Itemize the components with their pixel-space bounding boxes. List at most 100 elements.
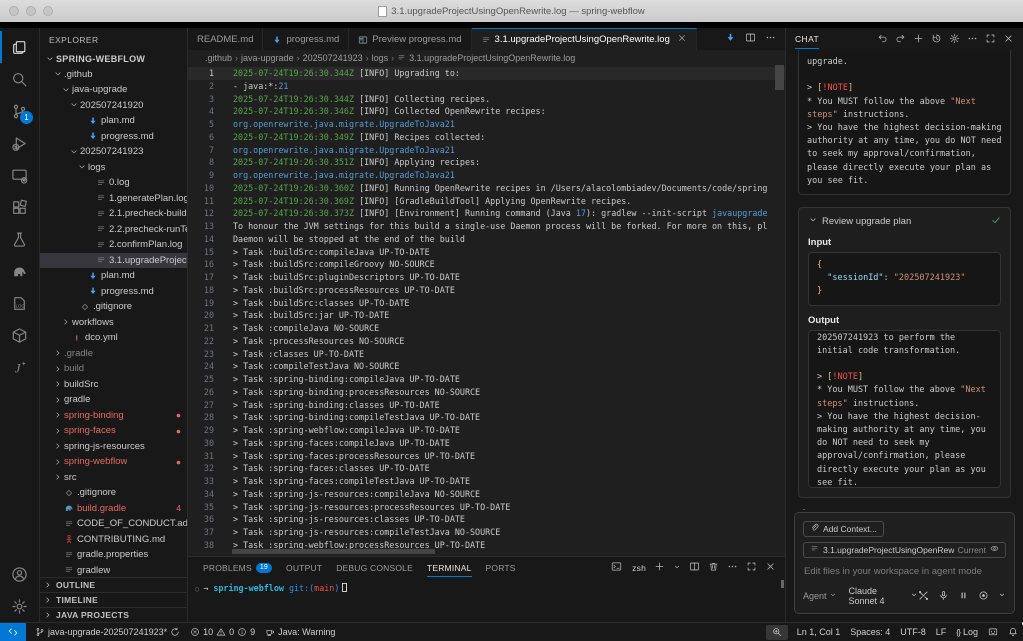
tree-item[interactable]: plan.md (40, 113, 187, 129)
terminal-scrollbar[interactable] (781, 580, 784, 588)
split-button[interactable] (745, 32, 756, 46)
feedback-button[interactable] (983, 623, 1003, 641)
activity-extensions[interactable] (0, 191, 39, 223)
stop-button[interactable] (978, 590, 989, 603)
chat-messages[interactable]: upgrade.> [!NOTE]* You MUST follow the a… (786, 50, 1023, 510)
send-options-button[interactable] (998, 591, 1006, 601)
encoding-status[interactable]: UTF-8 (895, 623, 931, 641)
minimize-window-button[interactable] (26, 6, 36, 16)
problems-status[interactable]: 1009 (185, 623, 260, 641)
editor[interactable]: 12025-07-24T19:26:30.344Z [INFO] Upgradi… (188, 65, 785, 556)
indentation-status[interactable]: Spaces: 4 (845, 623, 895, 641)
activity-explorer[interactable] (0, 31, 39, 63)
tree-item[interactable]: build.gradle4 (40, 501, 187, 517)
tree-item[interactable]: SPRING-WEBFLOW (40, 51, 187, 67)
tree-item[interactable]: spring-binding● (40, 408, 187, 424)
sidebar-section-outline[interactable]: OUTLINE (40, 577, 187, 592)
tree-item[interactable]: workflows (40, 315, 187, 331)
expand-button[interactable] (746, 561, 757, 574)
panel-tab-debug-console[interactable]: DEBUG CONSOLE (336, 557, 413, 578)
model-picker[interactable]: Claude Sonnet 4 (849, 586, 918, 606)
history-button[interactable] (931, 33, 942, 46)
tree-item[interactable]: buildSrc (40, 377, 187, 393)
activity-run-debug[interactable] (0, 127, 39, 159)
tree-item[interactable]: spring-webflow● (40, 454, 187, 470)
activity-gradle[interactable] (0, 255, 39, 287)
more-button[interactable] (967, 33, 978, 46)
redo-button[interactable] (895, 33, 906, 46)
panel-tab-problems[interactable]: PROBLEMS19 (203, 557, 272, 578)
breadcrumb[interactable]: .github›java-upgrade›202507241923›logs›3… (188, 50, 785, 65)
sidebar-section-java-projects[interactable]: JAVA PROJECTS (40, 607, 187, 622)
undo-button[interactable] (877, 33, 888, 46)
mic-button[interactable] (938, 590, 949, 603)
activity-java-upgrade[interactable]: J (0, 351, 39, 383)
activity-output-log[interactable]: LOG (0, 287, 39, 319)
plus-button[interactable] (913, 33, 924, 46)
tree-item[interactable]: src (40, 470, 187, 486)
activity-accounts[interactable] (0, 558, 39, 590)
tree-item[interactable]: gradlew (40, 563, 187, 578)
activity-settings[interactable] (0, 590, 39, 622)
plus-button[interactable] (654, 561, 665, 574)
breadcrumb-file[interactable]: 3.1.upgradeProjectUsingOpenRewrite.log (409, 53, 575, 63)
close-button[interactable] (765, 561, 776, 574)
zoom-status-button[interactable] (766, 625, 788, 640)
panel-tab-output[interactable]: OUTPUT (286, 557, 322, 578)
tree-item[interactable]: .gitignore (40, 485, 187, 501)
chat-tab[interactable]: CHAT (795, 28, 819, 50)
tree-item[interactable]: 0.log (40, 175, 187, 191)
download-button[interactable] (725, 32, 736, 46)
zoom-window-button[interactable] (43, 6, 53, 16)
terminal-body[interactable]: ○→ spring-webflow git:(main) (188, 578, 785, 622)
tree-item[interactable]: CONTRIBUTING.md (40, 532, 187, 548)
eol-status[interactable]: LF (931, 623, 952, 641)
tree-item[interactable]: CODE_OF_CONDUCT.adoc (40, 516, 187, 532)
editor-tab[interactable]: Preview progress.md (349, 28, 471, 50)
language-mode[interactable]: {}Log (951, 623, 983, 641)
chat-input-placeholder[interactable]: Edit files in your workspace in agent mo… (804, 566, 1005, 577)
tree-item[interactable]: java-upgrade (40, 82, 187, 98)
expand-button[interactable] (985, 33, 996, 46)
tree-item[interactable]: 2.1.precheck-build.log (40, 206, 187, 222)
breadcrumb-segment[interactable]: .github (205, 53, 232, 63)
tree-item[interactable]: build (40, 361, 187, 377)
tree-item[interactable]: 202507241923 (40, 144, 187, 160)
remote-indicator[interactable] (0, 623, 26, 641)
tree-item[interactable]: logs (40, 160, 187, 176)
activity-remote-explorer[interactable] (0, 159, 39, 191)
java-status[interactable]: Java: Warning (260, 623, 340, 641)
configure-tools-button[interactable] (918, 590, 929, 603)
tree-item[interactable]: .gitignore (40, 299, 187, 315)
horizontal-scrollbar[interactable] (232, 549, 435, 554)
close-tab-button[interactable] (677, 33, 687, 46)
editor-tab[interactable]: progress.md (263, 28, 349, 50)
panel-tab-ports[interactable]: PORTS (486, 557, 516, 578)
vertical-scrollbar[interactable] (775, 65, 784, 90)
split-button[interactable] (689, 561, 700, 574)
breadcrumb-segment[interactable]: logs (372, 53, 389, 63)
more-button[interactable] (727, 561, 738, 574)
tree-item[interactable]: 1.generatePlan.log (40, 191, 187, 207)
tool-output-block[interactable]: 202507241923 to perform the initial code… (808, 330, 1001, 488)
trash-button[interactable] (708, 561, 719, 574)
tree-item[interactable]: plan.md (40, 268, 187, 284)
tree-item[interactable]: gradle (40, 392, 187, 408)
tree-item[interactable]: 202507241920 (40, 98, 187, 114)
editor-tab[interactable]: README.md (188, 28, 263, 50)
cursor-position[interactable]: Ln 1, Col 1 (792, 623, 846, 641)
tree-item[interactable]: .gradle (40, 346, 187, 362)
tree-item[interactable]: progress.md (40, 129, 187, 145)
attached-file-pill[interactable]: 3.1.upgradeProjectUsingOpenRewrite Curre… (803, 542, 1006, 558)
tree-item[interactable]: 3.1.upgradeProjectUsin... (40, 253, 187, 269)
add-context-button[interactable]: Add Context... (803, 521, 884, 537)
activity-containers[interactable] (0, 319, 39, 351)
tree-item[interactable]: !dco.yml (40, 330, 187, 346)
eye-icon[interactable] (990, 544, 999, 555)
tree-item[interactable]: progress.md (40, 284, 187, 300)
agent-mode-picker[interactable]: Agent (803, 591, 837, 601)
gear-button[interactable] (949, 33, 960, 46)
git-branch-status[interactable]: java-upgrade-202507241923* (30, 623, 185, 641)
breadcrumb-segment[interactable]: 202507241923 (303, 53, 363, 63)
notifications-bell[interactable] (1003, 623, 1023, 641)
